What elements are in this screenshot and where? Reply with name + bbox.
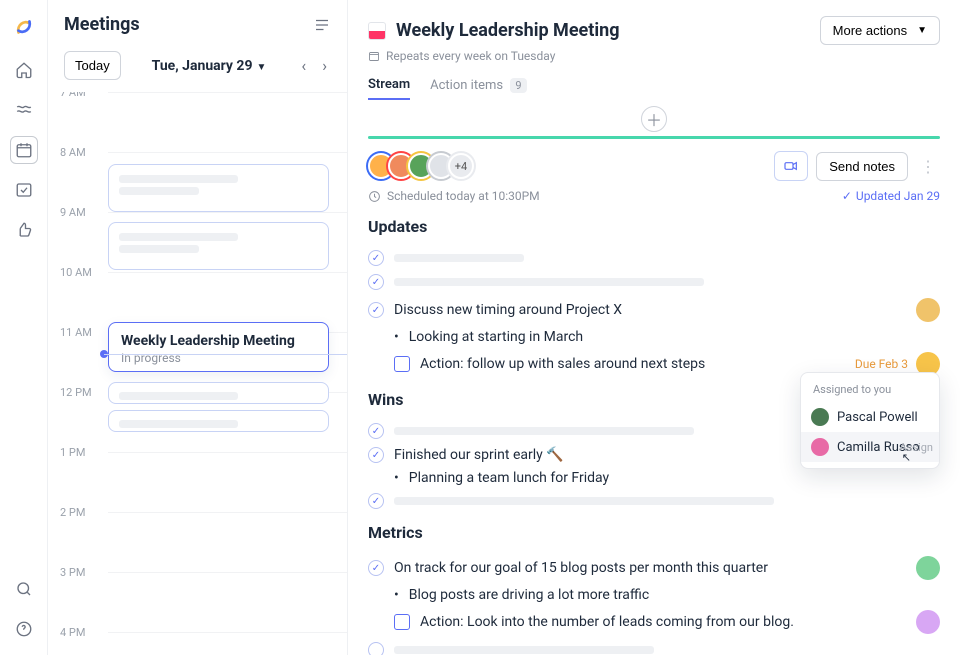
calendar-sidebar: Meetings Today Tue, January 29▼ ‹ › 7 AM… xyxy=(48,0,348,655)
repeat-text: Repeats every week on Tuesday xyxy=(386,49,555,63)
action-item[interactable]: Action: Look into the number of leads co… xyxy=(394,606,940,638)
hour-label: 2 PM xyxy=(60,506,85,519)
chevron-down-icon: ▼ xyxy=(917,25,927,36)
send-notes-button[interactable]: Send notes xyxy=(816,152,908,181)
hour-label: 11 AM xyxy=(60,326,92,339)
action-items-count: 9 xyxy=(510,78,526,93)
assign-popover: Assigned to you Pascal Powell Camilla Ru… xyxy=(800,372,940,469)
video-call-icon[interactable] xyxy=(774,151,808,181)
calendar-event-placeholder[interactable] xyxy=(108,382,329,404)
chevron-down-icon: ▼ xyxy=(257,62,267,73)
check-circle-icon[interactable] xyxy=(368,250,384,266)
stream-icon[interactable] xyxy=(10,96,38,124)
avatar xyxy=(811,408,829,426)
check-circle-icon[interactable] xyxy=(368,423,384,439)
date-picker[interactable]: Tue, January 29▼ xyxy=(129,58,290,74)
action-text: Action: Look into the number of leads co… xyxy=(420,614,794,630)
check-circle-icon[interactable] xyxy=(368,274,384,290)
app-logo xyxy=(13,16,35,38)
prev-day-icon[interactable]: ‹ xyxy=(297,52,310,79)
note-subitem[interactable]: Blog posts are driving a lot more traffi… xyxy=(394,584,940,606)
collapse-sidebar-icon[interactable] xyxy=(313,16,331,34)
repeat-icon xyxy=(368,50,380,62)
note-item[interactable] xyxy=(368,246,940,270)
calendar-emoji-icon xyxy=(368,22,386,40)
hour-label: 4 PM xyxy=(60,626,85,639)
calendar-event-placeholder[interactable] xyxy=(108,410,329,432)
tab-stream[interactable]: Stream xyxy=(368,77,410,100)
clock-icon xyxy=(368,190,381,203)
popover-header: Assigned to you xyxy=(801,379,939,402)
avatar-overflow[interactable]: +4 xyxy=(448,153,474,179)
tab-action-items[interactable]: Action items 9 xyxy=(430,78,526,99)
calendar-icon[interactable] xyxy=(10,136,38,164)
note-item[interactable] xyxy=(368,270,940,294)
updated-text: Updated Jan 29 xyxy=(856,189,940,203)
assignee-avatar[interactable] xyxy=(916,298,940,322)
meeting-panel: Weekly Leadership Meeting More actions ▼… xyxy=(348,0,960,655)
icon-rail xyxy=(0,0,48,655)
scheduled-text: Scheduled today at 10:30PM xyxy=(387,189,540,203)
event-title: Weekly Leadership Meeting xyxy=(121,333,316,349)
hour-label: 12 PM xyxy=(60,386,92,399)
check-circle-icon[interactable] xyxy=(368,642,384,655)
action-item[interactable]: Action: follow up with sales around next… xyxy=(394,348,940,380)
help-icon[interactable] xyxy=(10,615,38,643)
note-text: Finished our sprint early 🔨 xyxy=(394,447,564,463)
meeting-title: Weekly Leadership Meeting xyxy=(396,20,820,41)
section-heading-metrics: Metrics xyxy=(368,523,940,542)
note-subitem[interactable]: Looking at starting in March xyxy=(394,326,940,348)
calendar-event-placeholder[interactable] xyxy=(108,222,329,270)
action-text: Action: follow up with sales around next… xyxy=(420,356,705,372)
hour-label: 10 AM xyxy=(60,266,92,279)
day-timeline: 7 AM 8 AM 9 AM 10 AM 11 AM 12 PM 1 PM 2 … xyxy=(48,92,347,655)
cursor-icon: ↖ xyxy=(902,451,911,464)
hour-label: 1 PM xyxy=(60,446,85,459)
hour-label: 9 AM xyxy=(60,206,86,219)
assign-option[interactable]: Camilla Russo Assign ↖ xyxy=(801,432,939,462)
checkbox-icon[interactable] xyxy=(394,614,410,630)
hour-label: 7 AM xyxy=(60,92,86,99)
check-icon: ✓ xyxy=(842,189,852,203)
note-item[interactable]: On track for our goal of 15 blog posts p… xyxy=(368,552,940,584)
home-icon[interactable] xyxy=(10,56,38,84)
add-note-button[interactable]: ＋ xyxy=(641,106,667,132)
assignee-avatar[interactable] xyxy=(916,556,940,580)
next-day-icon[interactable]: › xyxy=(318,52,331,79)
check-circle-icon[interactable] xyxy=(368,493,384,509)
due-date[interactable]: Due Feb 3 xyxy=(855,357,908,371)
section-heading-updates: Updates xyxy=(368,217,940,236)
tasks-icon[interactable] xyxy=(10,176,38,204)
note-text: Discuss new timing around Project X xyxy=(394,302,622,318)
panel-accent-rule xyxy=(368,136,940,139)
check-circle-icon[interactable] xyxy=(368,302,384,318)
now-line xyxy=(104,354,347,355)
note-item[interactable] xyxy=(368,638,940,655)
more-actions-button[interactable]: More actions ▼ xyxy=(820,16,940,45)
kebab-menu-icon[interactable]: ⋮ xyxy=(916,153,940,180)
attendee-avatars[interactable]: +4 xyxy=(368,153,474,179)
hour-label: 3 PM xyxy=(60,566,85,579)
avatar xyxy=(811,438,829,456)
checkbox-icon[interactable] xyxy=(394,356,410,372)
note-item[interactable] xyxy=(368,489,940,513)
search-icon[interactable] xyxy=(10,575,38,603)
assignee-avatar[interactable] xyxy=(916,610,940,634)
thumbs-icon[interactable] xyxy=(10,216,38,244)
sidebar-title: Meetings xyxy=(64,14,140,35)
check-circle-icon[interactable] xyxy=(368,447,384,463)
today-button[interactable]: Today xyxy=(64,51,121,80)
note-item[interactable]: Discuss new timing around Project X xyxy=(368,294,940,326)
check-circle-icon[interactable] xyxy=(368,560,384,576)
note-text: On track for our goal of 15 blog posts p… xyxy=(394,560,768,576)
note-subitem[interactable]: Planning a team lunch for Friday xyxy=(394,467,940,489)
calendar-event-current[interactable]: Weekly Leadership Meeting In progress xyxy=(108,322,329,372)
hour-label: 8 AM xyxy=(60,146,86,159)
calendar-event-placeholder[interactable] xyxy=(108,164,329,212)
assign-option[interactable]: Pascal Powell xyxy=(801,402,939,432)
